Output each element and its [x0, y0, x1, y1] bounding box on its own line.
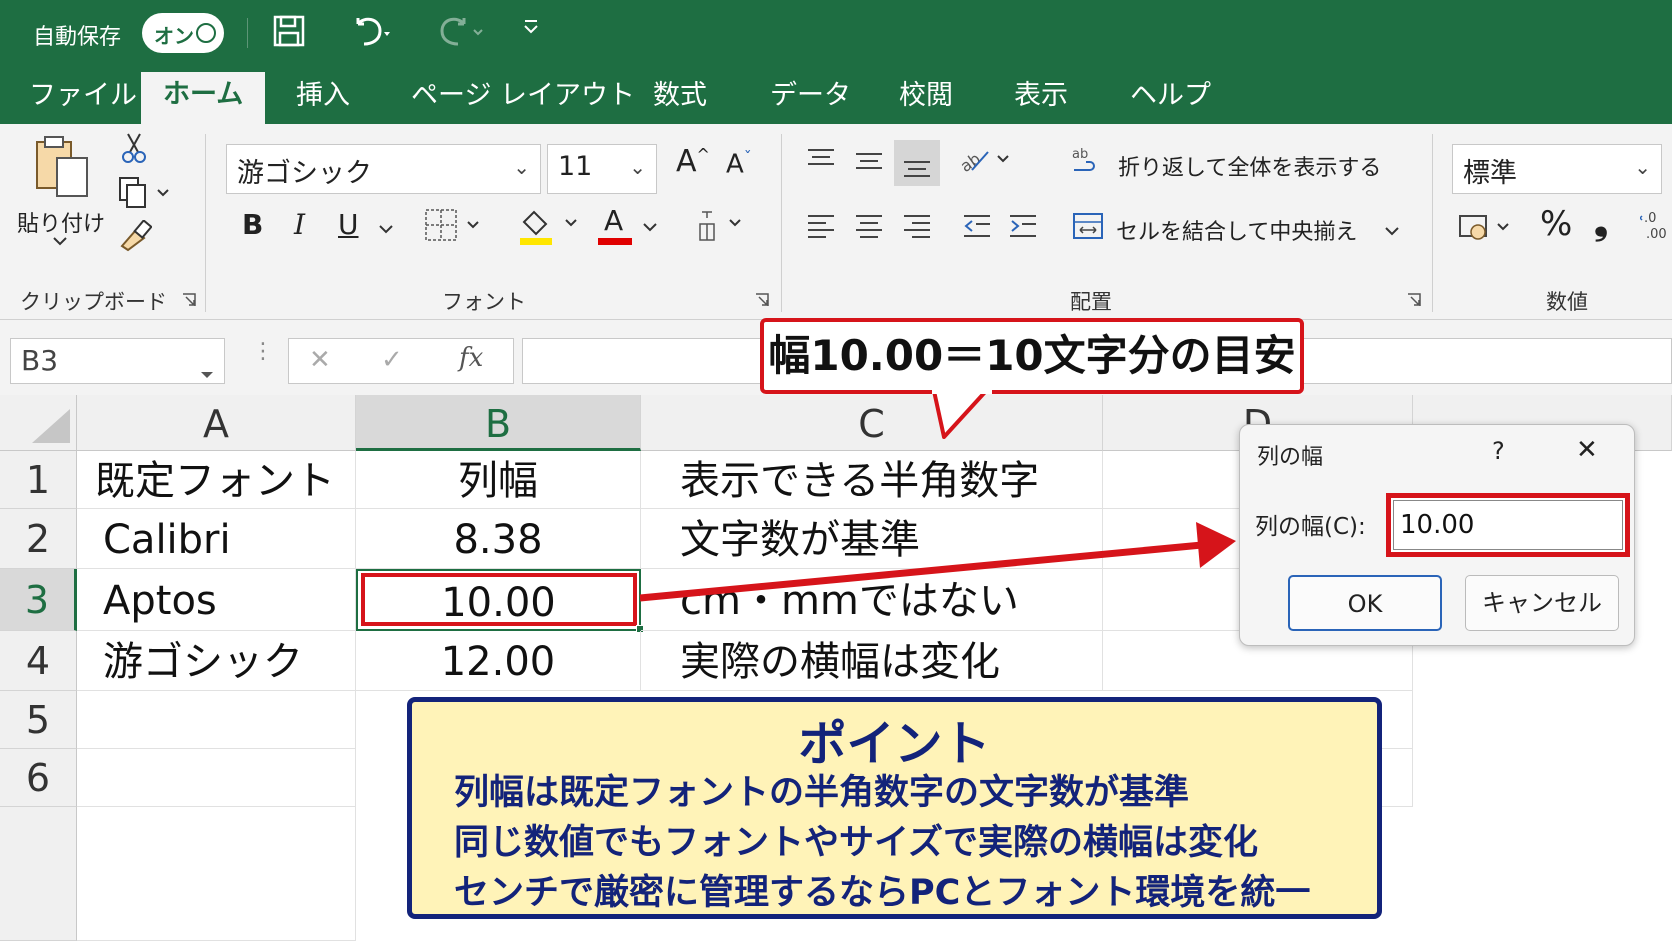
point-box: ポイント 列幅は既定フォントの半角数字の文字数が基準 同じ数値でもフォントやサイ… [407, 697, 1382, 919]
point-box-line: 同じ数値でもフォントやサイズで実際の横幅は変化 [454, 823, 1258, 863]
width-callout: 幅10.00＝10文字分の目安 [760, 318, 1304, 394]
column-width-dialog: 列の幅 ? ✕ 列の幅(C): OK キャンセル [1239, 424, 1635, 646]
point-box-line: センチで厳密に管理するならPCとフォント環境を統一 [454, 873, 1311, 913]
ok-button[interactable]: OK [1288, 575, 1442, 631]
column-width-field-label: 列の幅(C): [1255, 514, 1366, 540]
point-box-line: 列幅は既定フォントの半角数字の文字数が基準 [454, 773, 1190, 813]
dialog-title: 列の幅 [1257, 445, 1324, 470]
callout-tail [932, 389, 992, 439]
close-icon[interactable]: ✕ [1576, 435, 1598, 465]
cancel-button[interactable]: キャンセル [1465, 575, 1619, 631]
width-callout-text: 幅10.00＝10文字分の目安 [768, 331, 1296, 380]
column-width-field[interactable] [1393, 500, 1623, 550]
help-icon[interactable]: ? [1492, 437, 1505, 465]
